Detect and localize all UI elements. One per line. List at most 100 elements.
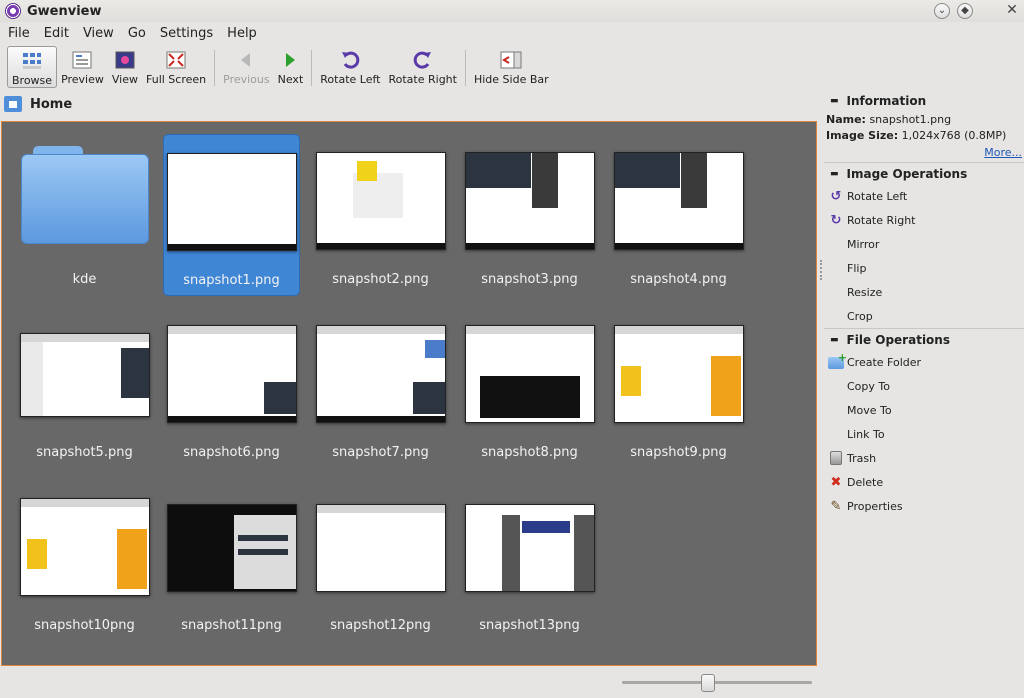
thumbnail-item-kde[interactable]: kde [16,134,153,296]
image-thumbnail [464,152,595,250]
menu-bar: File Edit View Go Settings Help [0,22,1024,44]
window-title: Gwenview [27,3,102,19]
op-link-to[interactable]: Link To [828,424,885,444]
blank-icon [828,308,844,324]
previous-label: Previous [223,73,270,86]
menu-go[interactable]: Go [124,26,150,41]
thumbnail-caption: snapshot4.png [630,272,727,287]
rotate-left-icon [339,49,361,71]
title-bar: Gwenview ⌄ ◆ ✕ [0,0,1024,22]
thumbnail-item[interactable]: snapshot6.png [163,307,300,469]
previous-button[interactable]: Previous [219,46,274,88]
gwenview-app-icon [5,3,21,19]
menu-view[interactable]: View [79,26,118,41]
image-thumbnail [166,504,297,592]
info-name-value: snapshot1.png [869,113,952,126]
toolbar-separator [464,50,466,86]
blank-icon [828,378,844,394]
home-folder-icon [4,96,22,112]
thumbnail-item[interactable]: snapshot2.png [312,134,449,296]
op-rotate-left[interactable]: ↺ Rotate Left [828,186,908,206]
info-size-label: Image Size: [826,129,899,142]
op-create-folder[interactable]: Create Folder [828,351,922,372]
rotate-right-button[interactable]: Rotate Right [384,46,460,88]
previous-arrow-icon [235,49,257,71]
op-resize[interactable]: Resize [828,282,882,302]
image-operations-section-header[interactable]: ▬ Image Operations [830,167,967,181]
op-mirror[interactable]: Mirror [828,234,879,254]
thumbnail-item[interactable]: snapshot4.png [610,134,747,296]
op-label: Link To [847,427,885,441]
view-button[interactable]: View [108,46,142,88]
info-size-value: 1,024x768 (0.8MP) [901,129,1007,142]
op-properties[interactable]: ✎ Properties [828,496,903,516]
op-label: Create Folder [847,355,922,369]
op-trash[interactable]: Trash [828,448,876,468]
image-operations-header-label: Image Operations [846,167,968,181]
menu-help[interactable]: Help [223,26,261,41]
information-section-header[interactable]: ▬ Information [830,94,926,108]
thumbnail-caption: snapshot7.png [332,445,429,460]
toolbar-separator [311,50,313,86]
op-copy-to[interactable]: Copy To [828,376,890,396]
info-size-row: Image Size: 1,024x768 (0.8MP) [826,129,1006,142]
next-button[interactable]: Next [274,46,308,88]
op-flip[interactable]: Flip [828,258,866,278]
blank-icon [828,402,844,418]
image-thumbnail [464,325,595,423]
info-name-label: Name: [826,113,866,126]
collapse-triangle-icon: ▬ [830,335,839,345]
thumbnail-caption: snapshot10png [34,618,135,633]
op-move-to[interactable]: Move To [828,400,892,420]
image-thumbnail [315,504,446,592]
op-crop[interactable]: Crop [828,306,873,326]
thumbnail-item[interactable]: snapshot3.png [461,134,598,296]
thumbnail-item[interactable]: snapshot10png [16,480,153,642]
op-label: Rotate Right [847,213,916,227]
minimize-button[interactable]: ⌄ [934,3,950,19]
thumbnail-caption: snapshot5.png [36,445,133,460]
thumbnail-item[interactable]: snapshot13png [461,480,598,642]
menu-edit[interactable]: Edit [40,26,73,41]
thumbnail-item[interactable]: snapshot11png [163,480,300,642]
op-label: Crop [847,309,873,323]
thumbnail-caption: snapshot11png [181,618,282,633]
image-thumbnail [613,325,744,423]
blank-icon [828,236,844,252]
fullscreen-button[interactable]: Full Screen [142,46,210,88]
zoom-slider-track[interactable] [622,681,812,684]
toolbar-separator [214,50,216,86]
menu-file[interactable]: File [4,26,34,41]
more-info-link[interactable]: More... [984,146,1022,159]
thumbnail-item[interactable]: snapshot7.png [312,307,449,469]
zoom-slider-handle[interactable] [701,674,715,692]
rotate-right-label: Rotate Right [388,73,457,86]
rotate-left-button[interactable]: Rotate Left [316,46,384,88]
breadcrumb-home[interactable]: Home [30,97,72,112]
preview-button[interactable]: Preview [57,46,108,88]
thumbnail-item[interactable]: snapshot8.png [461,307,598,469]
blank-icon [828,426,844,442]
rotate-right-icon [412,49,434,71]
file-operations-section-header[interactable]: ▬ File Operations [830,333,950,347]
thumbnail-caption: kde [72,272,97,287]
section-divider [824,162,1024,163]
thumbnail-item[interactable]: snapshot9.png [610,307,747,469]
close-button[interactable]: ✕ [1004,3,1020,19]
thumbnail-view[interactable]: kde snapshot1.png snapshot2.png snapshot… [1,121,817,666]
op-rotate-right[interactable]: ↻ Rotate Right [828,210,916,230]
view-image-icon [114,49,136,71]
thumbnail-item[interactable]: snapshot5.png [16,307,153,469]
browse-button[interactable]: Browse [7,46,58,88]
maximize-button[interactable]: ◆ [957,3,973,19]
thumbnail-item-selected[interactable]: snapshot1.png [163,134,300,296]
main-toolbar: Browse Preview View Full Screen Previous… [0,46,1024,90]
thumbnail-item[interactable]: snapshot12png [312,480,449,642]
thumbnail-caption: snapshot8.png [481,445,578,460]
thumbnail-caption: snapshot12png [330,618,431,633]
browse-grid-icon [21,50,43,72]
rotate-left-icon: ↺ [830,188,842,204]
hide-sidebar-button[interactable]: Hide Side Bar [470,46,553,88]
op-delete[interactable]: ✖ Delete [828,472,884,492]
menu-settings[interactable]: Settings [156,26,217,41]
